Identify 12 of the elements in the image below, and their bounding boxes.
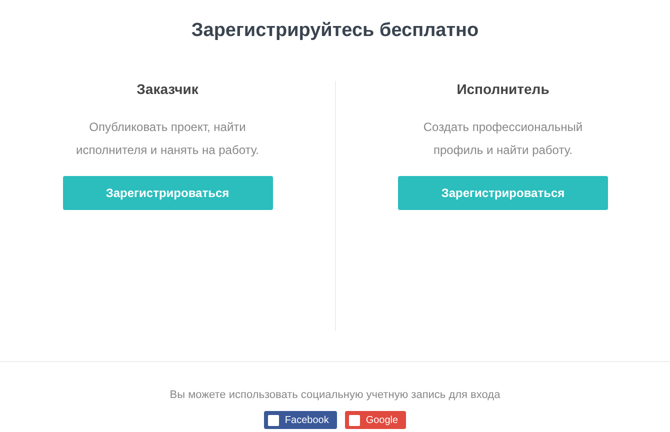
logo-icon	[348, 414, 360, 426]
role-title: Исполнитель	[456, 80, 550, 98]
register-button[interactable]: Зарегистрироваться	[62, 176, 272, 210]
role-description: Создать профессиональный профиль и найти работу.	[422, 118, 584, 159]
facebook-button[interactable]: Facebook	[264, 411, 337, 430]
register-button[interactable]: Зарегистрироваться	[398, 176, 608, 210]
role-title: Заказчик	[136, 80, 198, 98]
page-heading: Зарегистрируйтесь бесплатно	[190, 20, 480, 43]
role-description: Опубликовать проект, найти исполнителя и нанять на работу.	[75, 118, 260, 159]
google-button[interactable]: Google	[344, 411, 406, 430]
logo-icon	[268, 414, 279, 426]
social-login-text: Вы можете использовать социальную учетную запись для входа	[168, 388, 502, 403]
